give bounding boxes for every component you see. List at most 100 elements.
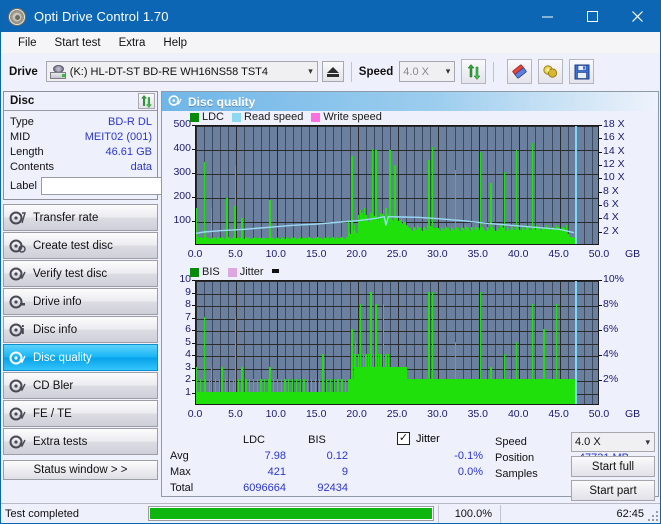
disc-row-value: BD-R DL (107, 115, 152, 128)
drive-icon (49, 64, 66, 79)
menu-item-start-test[interactable]: Start test (46, 35, 110, 51)
sidebar-item-extra-tests[interactable]: Extra tests (3, 428, 158, 455)
sidebar-item-label: CD Bler (33, 379, 74, 392)
legend-entry-read-speed: Read speed (232, 111, 303, 123)
disc-row-key: MID (10, 130, 31, 143)
menu-item-file[interactable]: File (9, 35, 46, 51)
refresh-button[interactable] (461, 59, 487, 84)
bis-chart-ytick: 7 (185, 310, 191, 323)
legend-label: Read speed (244, 111, 304, 123)
drive-select[interactable]: (K:) HL-DT-ST BD-RE WH16NS58 TST4 ▾ (45, 61, 318, 82)
bis-chart-ytick: 2 (185, 373, 191, 385)
sidebar-item-verify-test-disc[interactable]: Verify test disc (3, 260, 158, 287)
title-bar: Opti Drive Control 1.70 (1, 1, 660, 32)
tick (599, 232, 602, 233)
tick (192, 393, 195, 394)
toolbar-divider-2 (493, 61, 495, 82)
jitter-avg-value: -0.1% (454, 450, 483, 462)
toolbar: Drive (K:) HL-DT-ST BD-RE WH16NS58 TST4 … (1, 54, 660, 89)
main-panel-header: Disc quality (162, 92, 658, 111)
jitter-toggle[interactable]: ✓ Jitter (397, 432, 440, 445)
eject-icon (326, 66, 339, 77)
erase-button[interactable] (507, 59, 533, 84)
close-icon[interactable] (615, 1, 660, 32)
disc-row-value: data (130, 160, 152, 173)
menu-item-help[interactable]: Help (154, 35, 196, 51)
position-label: Position (495, 452, 535, 464)
bis-chart-xtick: 30.0 (427, 408, 448, 420)
sidebar-item-create-test-disc[interactable]: Create test disc (3, 232, 158, 259)
tick (599, 192, 602, 193)
stats-ldc-value: 6096664 (243, 482, 286, 494)
speed-select[interactable]: 4.0 X ▾ (399, 61, 456, 82)
sidebar-item-disc-info[interactable]: Disc info (3, 316, 158, 343)
bis-chart-xlabel: GB (625, 408, 641, 420)
cursor-line (575, 126, 577, 244)
minimize-icon[interactable] (525, 1, 570, 32)
ldc-chart-ytick: 300 (173, 166, 191, 178)
stats-table: LDC BIS Avg 7.98 0.12 Max 421 9 Total 60… (170, 432, 348, 496)
status-bar: Test completed 100.0% 62:45 (1, 503, 660, 523)
eject-button[interactable] (321, 61, 344, 82)
maximize-icon[interactable] (570, 1, 615, 32)
sidebar-item-label: FE / TE (33, 407, 72, 420)
legend-label: LDC (202, 111, 225, 123)
app-window: Opti Drive Control 1.70 File Start test … (0, 0, 661, 524)
tick (599, 205, 602, 206)
legend-swatch (190, 267, 199, 277)
chevron-down-icon: ▾ (645, 436, 650, 447)
disc-label-row: Label (10, 176, 243, 195)
tick (599, 178, 602, 179)
save-button[interactable] (569, 59, 595, 84)
bis-chart-xtick: 15.0 (305, 408, 327, 420)
sidebar-item-cd-bler[interactable]: CD Bler (3, 372, 158, 399)
bis-chart-ytick: 4 (185, 348, 191, 360)
test-speed-select[interactable]: 4.0 X ▾ (571, 432, 655, 452)
bis-chart-y2tick: 2% (603, 373, 619, 385)
legend-entry-bis: BIS (190, 266, 220, 278)
tick (192, 330, 195, 331)
disc-icon (9, 266, 26, 282)
disc-quality-icon (168, 94, 182, 110)
read-speed-line (196, 215, 575, 234)
speed-select-value: 4.0 X (403, 65, 429, 78)
sidebar-item-label: Create test disc (33, 239, 113, 252)
main-panel: Disc quality LDC Read speed Write speed (161, 91, 659, 501)
progress-bar (148, 506, 434, 521)
sidebar-item-disc-quality[interactable]: Disc quality (3, 344, 158, 371)
body: Disc Type BD-R DL MID MEIT02 (001) Lengt… (1, 89, 660, 501)
bis-chart-ytick: 8 (185, 298, 191, 310)
status-window-button[interactable]: Status window > > (3, 460, 158, 480)
settings-button[interactable] (538, 59, 564, 84)
tick (599, 165, 602, 166)
progress-percent: 100.0% (438, 504, 500, 523)
samples-label: Samples (495, 468, 538, 480)
start-part-button[interactable]: Start part (571, 480, 655, 501)
ldc-chart-xtick: 50.0 (588, 248, 610, 260)
ldc-legend: LDC Read speed Write speed (190, 111, 386, 123)
stats-row-label: Total (170, 482, 194, 494)
start-full-button[interactable]: Start full (571, 456, 655, 477)
bis-chart-y2tick: 4% (603, 348, 619, 360)
tick (599, 305, 602, 306)
tick (599, 355, 602, 356)
bis-chart-xtick: 0.0 (187, 408, 203, 420)
disc-refresh-button[interactable] (138, 93, 155, 109)
disc-icon (9, 322, 26, 338)
tick (599, 280, 602, 281)
tick (192, 305, 195, 306)
bis-chart-ytick: 1 (185, 385, 191, 398)
jitter-checkbox[interactable]: ✓ (397, 432, 410, 445)
ldc-chart-xtick: 25.0 (386, 248, 408, 260)
resize-grip[interactable] (647, 510, 658, 521)
sidebar-item-fe-te[interactable]: FE / TE (3, 400, 158, 427)
menu-item-extra[interactable]: Extra (110, 35, 155, 51)
sidebar-nav: Transfer rate Create test disc Verify te… (3, 204, 158, 455)
stats-ldc-value: 421 (267, 466, 286, 478)
sidebar-item-label: Disc info (33, 323, 78, 336)
stats-row-label: Avg (170, 450, 189, 462)
disc-panel: Disc Type BD-R DL MID MEIT02 (001) Lengt… (3, 91, 243, 200)
sidebar-item-transfer-rate[interactable]: Transfer rate (3, 204, 158, 231)
disc-row-value: 46.61 GB (105, 145, 152, 158)
sidebar-item-drive-info[interactable]: Drive info (3, 288, 158, 315)
